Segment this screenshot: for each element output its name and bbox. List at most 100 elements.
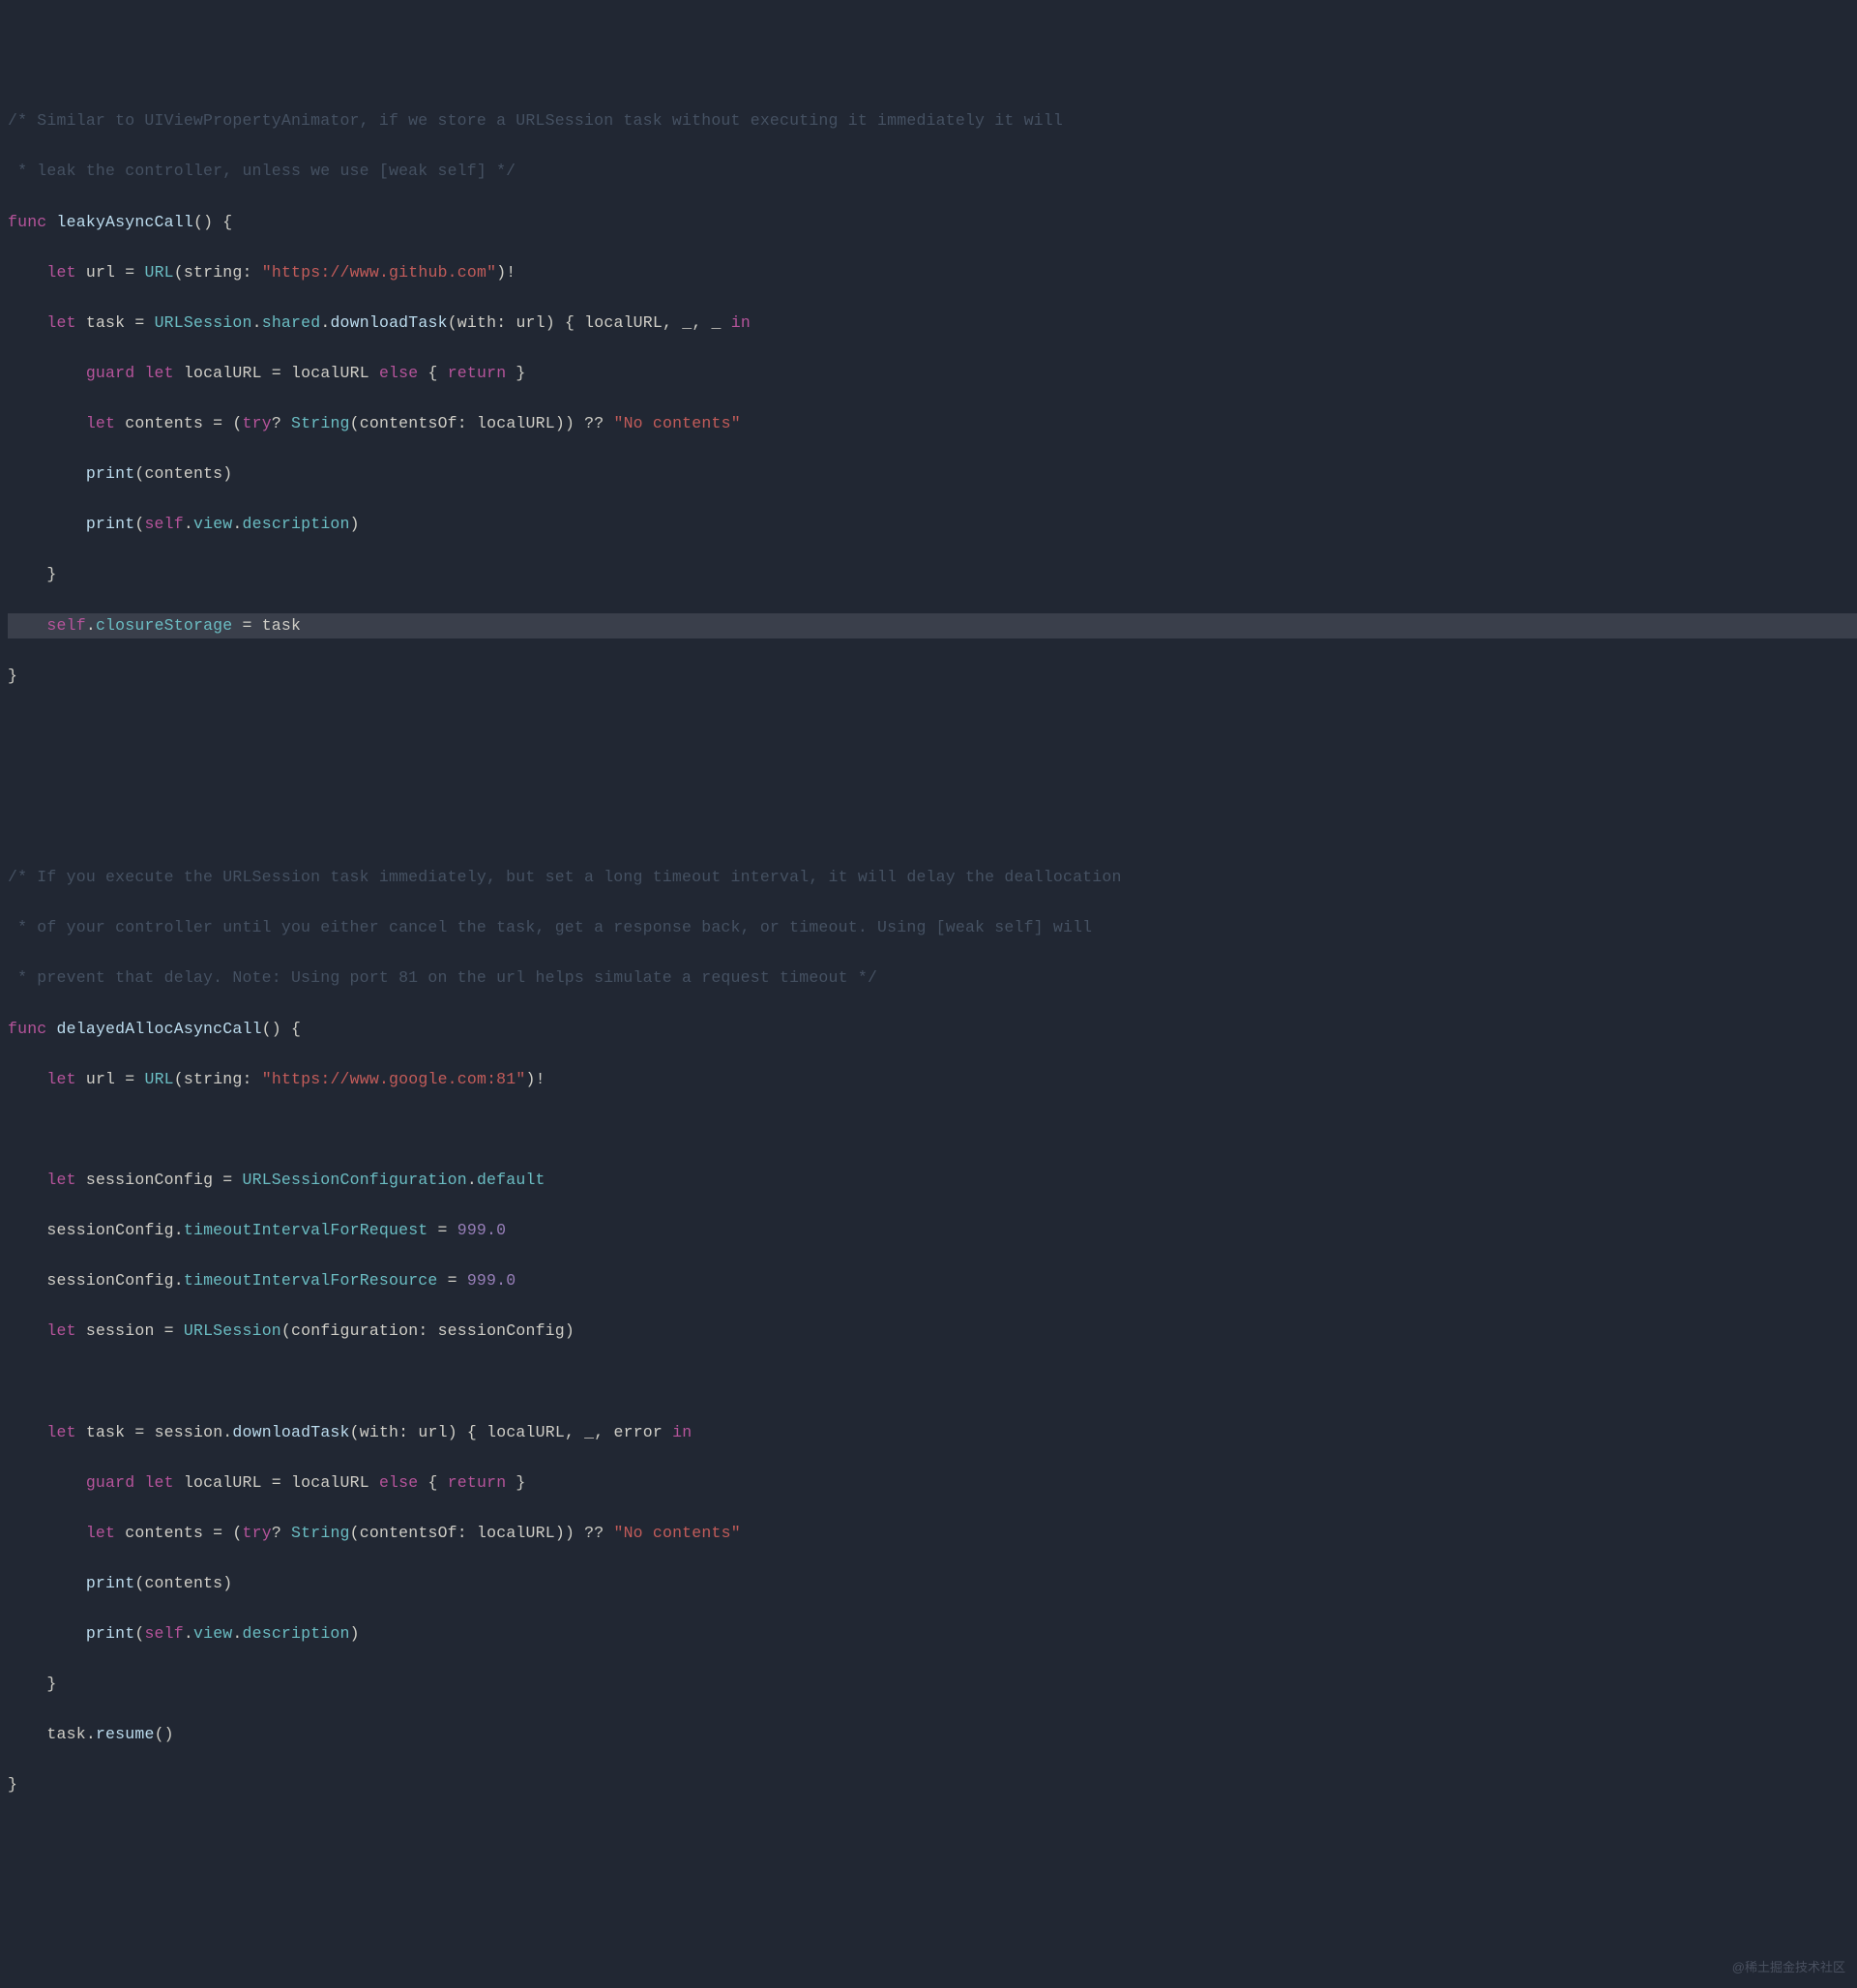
code-token: { (418, 1473, 447, 1492)
code-token: . (232, 1624, 242, 1643)
code-token: : (398, 1423, 418, 1441)
code-token (722, 313, 731, 332)
code-token (8, 1221, 46, 1239)
code-token: = (427, 1221, 457, 1239)
code-token: ? (272, 414, 291, 432)
code-token: URL (144, 1070, 173, 1088)
code-line: guard let localURL = localURL else { ret… (8, 1470, 1857, 1496)
code-line: let contents = (try? String(contentsOf: … (8, 1521, 1857, 1546)
code-token (115, 1524, 125, 1542)
code-token: : (496, 313, 516, 332)
code-token: ( (174, 1070, 184, 1088)
code-token: = (125, 1423, 154, 1441)
code-token: 999.0 (457, 1221, 507, 1239)
code-line: /* Similar to UIViewPropertyAnimator, if… (8, 108, 1857, 134)
code-line: } (8, 562, 1857, 587)
code-token: )) ?? (555, 414, 614, 432)
code-token: localURL (584, 313, 663, 332)
code-token: = ( (203, 1524, 242, 1542)
code-token: contentsOf (360, 414, 457, 432)
code-token: ( (448, 313, 457, 332)
code-token: task (86, 313, 125, 332)
code-token: )) ?? (555, 1524, 614, 1542)
code-token: task (86, 1423, 125, 1441)
code-token: = (232, 616, 261, 635)
code-token: ) (222, 1574, 232, 1592)
code-token: task (262, 616, 301, 635)
code-token (369, 1473, 379, 1492)
code-token (8, 313, 46, 332)
code-line: * of your controller until you either ca… (8, 915, 1857, 940)
code-token: "No contents" (613, 414, 740, 432)
code-token (8, 1524, 86, 1542)
code-token: = (155, 1321, 184, 1340)
code-line: print(self.view.description) (8, 512, 1857, 537)
code-token: self (46, 616, 85, 635)
code-token (134, 1473, 144, 1492)
code-line: task.resume() (8, 1722, 1857, 1747)
code-token: localURL (184, 1473, 262, 1492)
code-token: ) (565, 1321, 575, 1340)
code-token (8, 1321, 46, 1340)
code-token: downloadTask (232, 1423, 349, 1441)
code-token: . (86, 1725, 96, 1743)
code-token (46, 213, 56, 231)
code-token (76, 1070, 86, 1088)
code-token: default (477, 1171, 545, 1189)
code-token: ( (134, 464, 144, 483)
code-token: configuration (291, 1321, 418, 1340)
code-token: let (46, 1070, 75, 1088)
code-token: print (86, 1624, 135, 1643)
code-token: sessionConfig (86, 1171, 213, 1189)
code-token: . (252, 313, 262, 332)
code-token: . (467, 1171, 477, 1189)
code-token: )! (525, 1070, 545, 1088)
code-token: string (184, 263, 243, 282)
code-token: String (291, 414, 350, 432)
code-token: self (144, 1624, 183, 1643)
code-token: timeoutIntervalForRequest (184, 1221, 428, 1239)
code-token: = (262, 1473, 291, 1492)
code-token: "No contents" (613, 1524, 740, 1542)
code-token (46, 1020, 56, 1038)
code-line: * leak the controller, unless we use [we… (8, 159, 1857, 184)
code-token (76, 1321, 86, 1340)
code-token: = (438, 1271, 467, 1290)
code-token: } (506, 364, 525, 382)
code-token: print (86, 515, 135, 533)
code-token: * leak the controller, unless we use [we… (8, 162, 516, 180)
code-token: . (320, 313, 330, 332)
code-token: let (144, 1473, 173, 1492)
code-line: let task = URLSession.shared.downloadTas… (8, 311, 1857, 336)
code-token: contentsOf (360, 1524, 457, 1542)
code-token: : (418, 1321, 437, 1340)
code-token: = (115, 263, 144, 282)
code-line: } (8, 664, 1857, 689)
code-token: URLSession (155, 313, 252, 332)
code-token: . (232, 515, 242, 533)
code-token: "https://www.github.com" (262, 263, 496, 282)
code-token: try (243, 414, 272, 432)
code-token (134, 364, 144, 382)
code-line: } (8, 1772, 1857, 1797)
code-line: let task = session.downloadTask(with: ur… (8, 1420, 1857, 1445)
code-token: 999.0 (467, 1271, 516, 1290)
code-token: contents (144, 1574, 222, 1592)
code-token: let (46, 1171, 75, 1189)
code-token: } (8, 565, 57, 583)
code-token: URLSession (184, 1321, 281, 1340)
code-token: try (243, 1524, 272, 1542)
code-token: , (565, 1423, 584, 1441)
code-line: func delayedAllocAsyncCall() { (8, 1017, 1857, 1042)
code-token: session (86, 1321, 155, 1340)
code-token: ) (350, 1624, 360, 1643)
code-line: let url = URL(string: "https://www.googl… (8, 1067, 1857, 1092)
code-token: let (86, 414, 115, 432)
code-token: shared (262, 313, 321, 332)
code-token: func (8, 213, 46, 231)
code-line: } (8, 1672, 1857, 1697)
code-token: , (663, 313, 682, 332)
code-line: print(contents) (8, 1571, 1857, 1596)
code-token: with (457, 313, 496, 332)
code-line: let sessionConfig = URLSessionConfigurat… (8, 1168, 1857, 1193)
